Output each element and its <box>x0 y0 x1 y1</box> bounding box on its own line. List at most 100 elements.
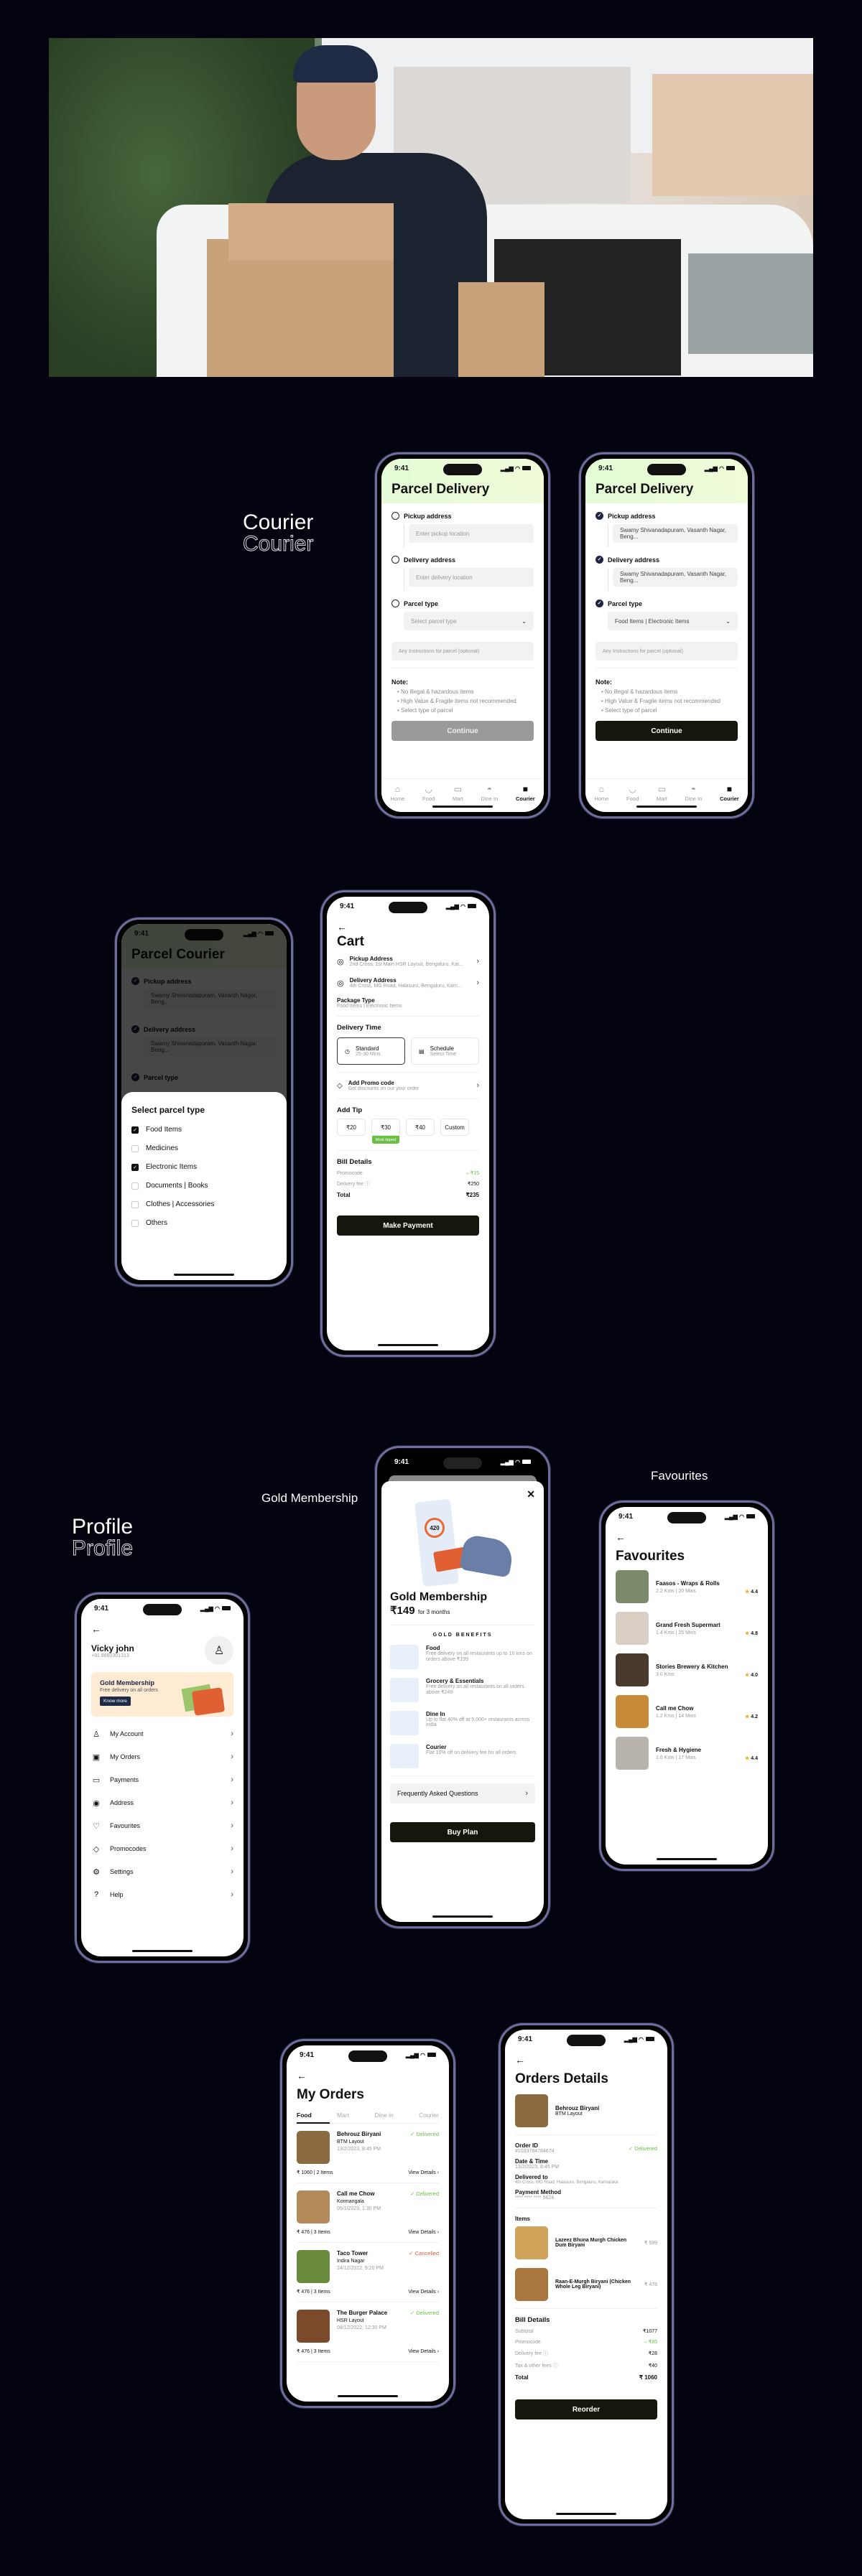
parcel-type-select[interactable]: Select parcel type ⌄ <box>404 612 534 630</box>
tab-courier[interactable]: ■ Courier <box>516 785 535 802</box>
menu-payments[interactable]: ▭ Payments › <box>91 1768 233 1791</box>
restaurant-thumbnail <box>297 2250 330 2283</box>
faq-row[interactable]: Frequently Asked Questions › <box>390 1783 535 1803</box>
grocery-bag-icon <box>390 1678 419 1702</box>
tab-mart[interactable]: ▭ Mart <box>657 785 667 802</box>
tab-courier[interactable]: Courier <box>419 2111 439 2119</box>
phone-parcel-filled: 9:41 ▂▄▆ ◠ Parcel Delivery ✓ Pickup addres… <box>579 452 754 818</box>
courier-icon: ■ <box>522 784 528 794</box>
option-electronic-items[interactable]: ✓ Electronic Items <box>131 1163 277 1171</box>
pickup-address-row[interactable]: ◎ Pickup Address 2nd Cross, 1st Main HSR L… <box>337 956 479 967</box>
tab-courier[interactable]: ■ Courier <box>720 785 739 802</box>
close-icon[interactable]: ✕ <box>390 1488 535 1501</box>
menu-address[interactable]: ◉ Address › <box>91 1791 233 1814</box>
favourite-item[interactable]: Stories Brewery & Kitchen 3.0 Kms ★ 4.0 <box>616 1653 758 1686</box>
menu-promocodes[interactable]: ◇ Promocodes › <box>91 1837 233 1860</box>
checkbox-checked-icon: ✓ <box>131 1126 139 1134</box>
favourite-item[interactable]: Faasos - Wraps & Rolls 2.2 Kms | 20 Mins ★… <box>616 1570 758 1603</box>
order-item: Lazeez Bhuna Murgh Chicken Dum Biryani ₹ … <box>515 2226 657 2259</box>
tab-mart[interactable]: Mart <box>337 2111 349 2119</box>
benefit-grocery: Grocery & Essentials Free delivery on all… <box>390 1678 535 1702</box>
option-others[interactable]: Others <box>131 1219 277 1227</box>
dine-in-icon: ◓ <box>690 784 697 794</box>
star-icon: ★ <box>745 1756 750 1761</box>
reorder-button[interactable]: Reorder <box>515 2399 657 2419</box>
chevron-right-icon: › <box>476 1081 479 1090</box>
back-arrow-icon[interactable]: ← <box>337 921 479 933</box>
menu-my-orders[interactable]: ▣ My Orders › <box>91 1745 233 1768</box>
status-badge: ✓ Delivered <box>409 2131 439 2137</box>
pickup-input[interactable]: Swamy Shivanadapuram, Vasanth Nagar, Ben… <box>613 524 738 543</box>
option-clothes-accessories[interactable]: Clothes | Accessories <box>131 1200 277 1208</box>
instructions-input[interactable]: Any Instructions for parcel (optional) <box>391 642 534 661</box>
parcel-type-select[interactable]: Food Items | Electronic Items ⌄ <box>608 612 738 630</box>
checkbox-icon <box>131 1182 139 1190</box>
back-arrow-icon[interactable]: ← <box>91 1623 233 1635</box>
tip-20[interactable]: ₹20 <box>337 1119 366 1136</box>
menu-help[interactable]: ? Help › <box>91 1883 233 1906</box>
tip-30[interactable]: ₹30 Most tipped <box>371 1119 400 1144</box>
chevron-down-icon: ⌄ <box>522 617 527 625</box>
favourite-item[interactable]: Grand Fresh Supermart 1.4 Kms | 25 Mins ★ … <box>616 1612 758 1645</box>
instructions-input[interactable]: Any Instructions for parcel (optional) <box>595 642 738 661</box>
dine-in-icon: ◓ <box>486 784 493 794</box>
buy-plan-button[interactable]: Buy Plan <box>390 1822 535 1842</box>
menu-favourites[interactable]: ♡ Favourites › <box>91 1814 233 1837</box>
back-arrow-icon[interactable]: ← <box>616 1531 758 1543</box>
delivery-address-row[interactable]: ◎ Delivery Address 4th Cross, MG Road, Hal… <box>337 977 479 989</box>
tab-home[interactable]: ⌂ Home <box>594 785 608 802</box>
standard-delivery-option[interactable]: ◷ Standard 25-30 Mins <box>337 1037 405 1065</box>
benefit-courier: Courier Flat 10% off on delivery fee for … <box>390 1744 535 1768</box>
option-food-items[interactable]: ✓ Food Items <box>131 1126 277 1134</box>
continue-button[interactable]: Continue <box>391 721 534 741</box>
orders-tabs: Food Mart Dine in Courier <box>297 2111 439 2124</box>
chevron-right-icon: › <box>476 979 479 987</box>
tab-dine-in[interactable]: ◓ Dine In <box>481 785 499 802</box>
tab-mart[interactable]: ▭ Mart <box>453 785 463 802</box>
most-tipped-badge: Most tipped <box>372 1136 399 1144</box>
tab-dine-in[interactable]: Dine in <box>374 2111 393 2119</box>
favourite-item[interactable]: Fresh & Hygiene 1.6 Kms | 17 Mins ★ 4.4 <box>616 1737 758 1770</box>
restaurant-thumbnail <box>297 2190 330 2223</box>
schedule-delivery-option[interactable]: ▤ Schedule Select Time <box>411 1037 479 1065</box>
tag-icon: ◇ <box>337 1081 343 1090</box>
hero-image <box>49 38 813 377</box>
tab-food[interactable]: ◡ Food <box>626 785 639 802</box>
chevron-right-icon: › <box>476 957 479 966</box>
option-documents-books[interactable]: Documents | Books <box>131 1182 277 1190</box>
tab-home[interactable]: ⌂ Home <box>390 785 404 802</box>
tip-40[interactable]: ₹40 <box>406 1119 435 1136</box>
favourite-item[interactable]: Call me Chow 1.2 Kms | 14 Mins ★ 4.2 <box>616 1695 758 1728</box>
view-details-link[interactable]: View Details › <box>408 2170 439 2175</box>
tab-dine-in[interactable]: ◓ Dine In <box>685 785 703 802</box>
tip-custom[interactable]: Custom <box>440 1119 469 1136</box>
delivery-input[interactable]: Enter delivery location <box>409 568 534 587</box>
continue-button[interactable]: Continue <box>595 721 738 741</box>
pickup-input[interactable]: Enter pickup location <box>409 524 534 543</box>
mart-icon: ▭ <box>453 784 463 794</box>
info-icon: ⓘ <box>542 2351 548 2356</box>
restaurant-thumbnail <box>616 1570 649 1603</box>
know-more-button[interactable]: Know more <box>100 1697 131 1706</box>
courier-icon: ■ <box>726 784 732 794</box>
menu-settings[interactable]: ⚙ Settings › <box>91 1860 233 1883</box>
view-details-link[interactable]: View Details › <box>408 2349 439 2354</box>
option-medicines[interactable]: Medicines <box>131 1144 277 1152</box>
plan-title: Gold Membership <box>390 1591 488 1603</box>
avatar[interactable]: ♙ <box>205 1636 233 1665</box>
chevron-down-icon: ⌄ <box>726 617 731 625</box>
back-arrow-icon[interactable]: ← <box>297 2070 439 2081</box>
view-details-link[interactable]: View Details › <box>408 2230 439 2235</box>
benefit-dine-in: Dine In Up to flat 40% off at 5,000+ rest… <box>390 1711 535 1735</box>
add-promo-row[interactable]: ◇ Add Promo code Get discounts on our your… <box>337 1080 479 1091</box>
tab-food[interactable]: ◡ Food <box>422 785 435 802</box>
view-details-link[interactable]: View Details › <box>408 2290 439 2295</box>
gold-membership-card[interactable]: Gold Membership Free delivery on all ord… <box>91 1672 233 1717</box>
star-icon: ★ <box>745 1590 750 1595</box>
check-circle-icon: ✓ <box>595 599 603 607</box>
back-arrow-icon[interactable]: ← <box>515 2054 657 2066</box>
menu-my-account[interactable]: ♙ My Account › <box>91 1722 233 1745</box>
make-payment-button[interactable]: Make Payment <box>337 1215 479 1236</box>
delivery-input[interactable]: Swamy Shivanadapuram, Vasanth Nagar, Ben… <box>613 568 738 587</box>
tab-food[interactable]: Food <box>297 2111 312 2119</box>
